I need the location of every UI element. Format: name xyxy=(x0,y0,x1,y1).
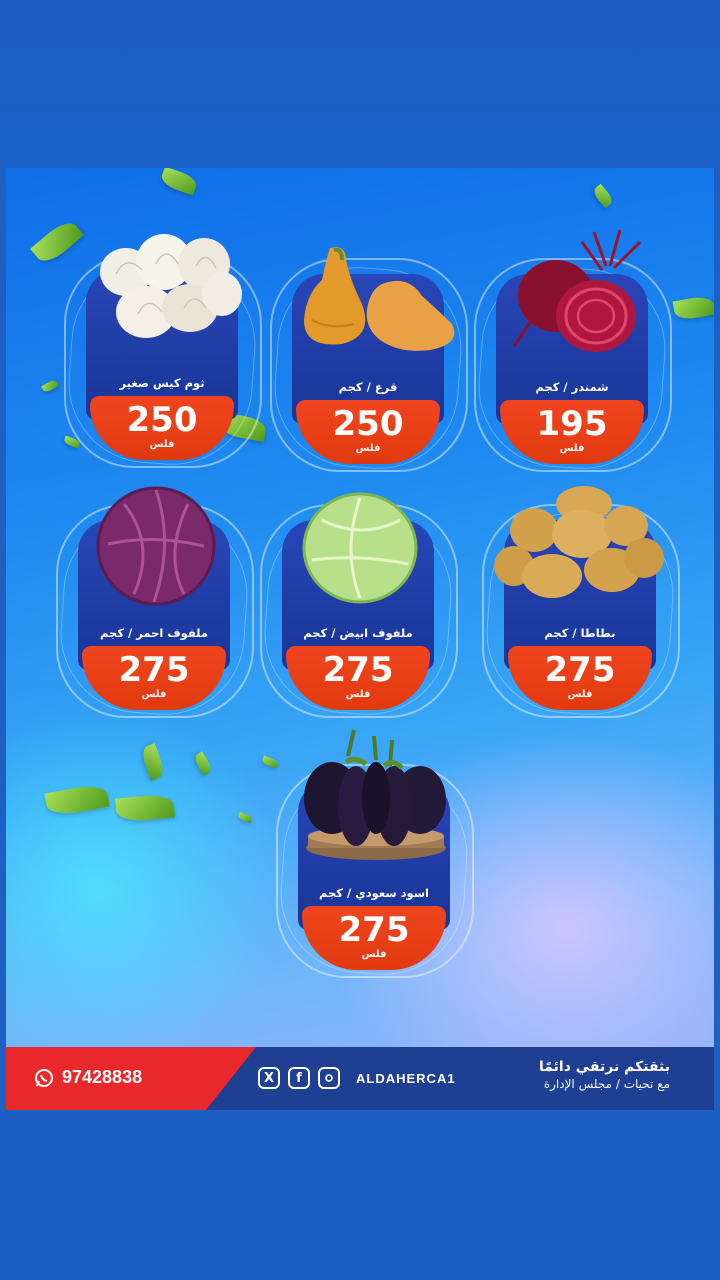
price-unit: فلس xyxy=(141,689,167,700)
product-card-squash[interactable]: قرع / كجم 250 فلس xyxy=(269,247,468,475)
price-value: 275 xyxy=(338,910,410,950)
product-name: ملفوف ابيض / كجم xyxy=(303,626,413,640)
poster-footer: 97428838 X f ALDAHERCA1 بثقتكم نرتقي دائ… xyxy=(6,1047,714,1110)
bottom-band xyxy=(0,1110,720,1280)
garlic-image xyxy=(100,234,242,338)
price-value: 250 xyxy=(332,404,404,444)
leaf-decoration xyxy=(192,751,214,776)
product-card-eggplant[interactable]: اسود سعودي / كجم 275 فلس xyxy=(275,729,474,981)
product-name: شمندر / كجم xyxy=(535,380,609,394)
phone-number: 97428838 xyxy=(62,1067,143,1087)
slogan-line-1: بثقتكم نرتقي دائمًا xyxy=(539,1059,670,1075)
leaf-decoration xyxy=(139,743,167,781)
leaf-decoration xyxy=(261,755,279,769)
product-card-white-cabbage[interactable]: ملفوف ابيض / كجم 275 فلس xyxy=(259,492,458,721)
price-unit: فلس xyxy=(567,689,593,700)
slogan-line-2: مع تحيات / مجلس الإدارة xyxy=(543,1077,670,1091)
top-band xyxy=(0,0,720,168)
leaf-decoration xyxy=(44,782,110,818)
product-card-beetroot[interactable]: شمندر / كجم 195 فلس xyxy=(473,229,672,475)
instagram-icon[interactable] xyxy=(318,1067,340,1089)
leaf-decoration xyxy=(159,168,199,196)
product-name: ملفوف احمر / كجم xyxy=(100,626,208,640)
offer-poster: ثوم كيس صغير 250 فلس قرع / كجم 250 فلس ش… xyxy=(6,168,714,1110)
x-twitter-icon[interactable]: X xyxy=(258,1067,280,1089)
leaf-decoration xyxy=(41,378,59,394)
price-value: 250 xyxy=(126,400,198,440)
red-cabbage-image xyxy=(96,486,216,606)
product-card-garlic[interactable]: ثوم كيس صغير 250 فلس xyxy=(63,234,262,471)
social-handle: ALDAHERCA1 xyxy=(356,1070,456,1086)
product-name: ثوم كيس صغير xyxy=(119,376,205,390)
leaf-decoration xyxy=(237,811,253,824)
price-unit: فلس xyxy=(345,689,371,700)
whatsapp-icon xyxy=(35,1068,53,1087)
price-unit: فلس xyxy=(149,439,175,450)
squash-image xyxy=(304,247,455,351)
facebook-icon[interactable]: f xyxy=(288,1067,310,1089)
product-name: قرع / كجم xyxy=(338,380,398,394)
product-card-red-cabbage[interactable]: ملفوف احمر / كجم 275 فلس xyxy=(55,486,254,721)
price-value: 275 xyxy=(322,650,394,690)
leaf-decoration xyxy=(591,183,615,209)
price-unit: فلس xyxy=(361,949,387,960)
price-unit: فلس xyxy=(355,443,381,454)
price-unit: فلس xyxy=(559,443,585,454)
white-cabbage-image xyxy=(302,492,418,604)
product-name: اسود سعودي / كجم xyxy=(318,886,430,900)
leaf-decoration xyxy=(115,793,175,823)
price-value: 275 xyxy=(544,650,616,690)
potato-image xyxy=(494,486,664,598)
leaf-decoration xyxy=(672,294,714,322)
product-card-potato[interactable]: بطاطا / كجم 275 فلس xyxy=(481,486,680,721)
price-value: 275 xyxy=(118,650,190,690)
phone-contact[interactable]: 97428838 xyxy=(34,1067,142,1088)
price-value: 195 xyxy=(536,404,608,444)
eggplant-image xyxy=(304,729,446,860)
beetroot-image xyxy=(512,229,642,352)
social-links: X f ALDAHERCA1 xyxy=(258,1067,456,1089)
slogan: بثقتكم نرتقي دائمًا مع تحيات / مجلس الإد… xyxy=(539,1059,670,1091)
product-name: بطاطا / كجم xyxy=(544,626,616,640)
